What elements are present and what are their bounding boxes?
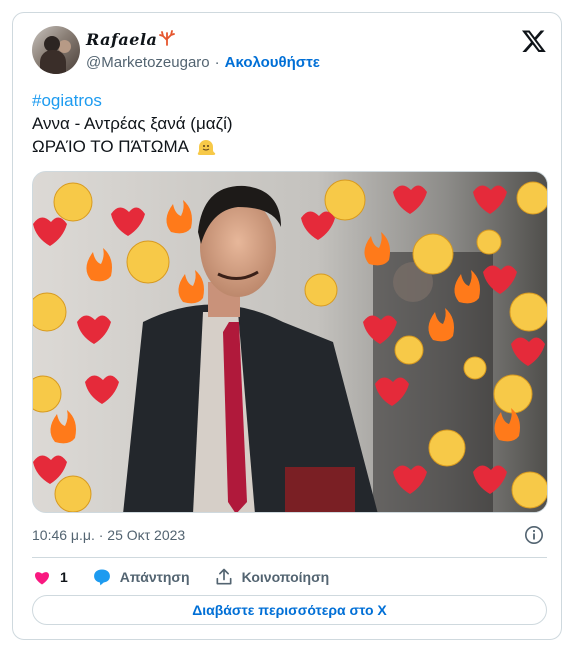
x-logo-icon[interactable] [521,28,547,54]
info-icon[interactable] [524,525,544,545]
tweet-media-image[interactable] [32,171,548,513]
tweet-text-line: ΩΡΑΊΟ ΤΟ ΠΆΤΩΜΑ [32,137,189,156]
tweet-actions: 1 Απάντηση Κοινοποίηση [32,566,353,588]
like-count: 1 [60,569,68,585]
tweet-timestamp[interactable]: 10:46 μ.μ. · 25 Οκτ 2023 [32,527,185,543]
author-name-row[interactable]: Rafaela [86,30,176,49]
author-display-name[interactable]: Rafaela [86,30,157,49]
avatar[interactable] [32,26,80,74]
follow-button[interactable]: Ακολουθήστε [225,54,320,71]
author-handle[interactable]: @Marketozeugaro [86,54,210,71]
speech-bubble-icon [93,569,110,586]
divider [32,557,547,558]
reply-label: Απάντηση [119,569,190,585]
author-handle-row: @Marketozeugaro · Ακολουθήστε [86,54,320,71]
hashtag-link[interactable]: #ogiatros [32,91,102,110]
coral-icon [159,30,176,49]
tweet-card: Rafaela @Marketozeugaro · Ακολουθήστε #o… [12,12,562,640]
like-button[interactable]: 1 [32,567,68,587]
tweet-text: #ogiatros Αννα - Αντρέας ξανά (μαζί) ΩΡΑ… [32,89,547,158]
share-button[interactable]: Κοινοποίηση [214,567,330,587]
reply-button[interactable]: Απάντηση [92,567,190,587]
media-illustration [33,172,547,512]
heart-icon [35,572,49,585]
share-icon [216,568,232,585]
melting-face-emoji-icon [197,139,216,155]
separator-dot: · [214,54,220,71]
tweet-header: Rafaela @Marketozeugaro · Ακολουθήστε [32,26,547,76]
tweet-text-line: Αννα - Αντρέας ξανά (μαζί) [32,114,233,133]
share-label: Κοινοποίηση [241,569,330,585]
read-more-button[interactable]: Διαβάστε περισσότερα στο X [32,595,547,625]
